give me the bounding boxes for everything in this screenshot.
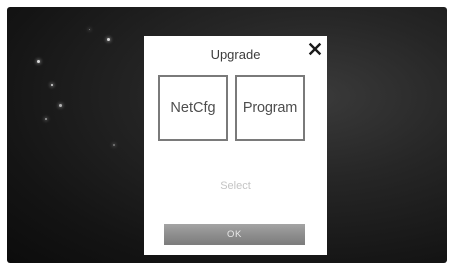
device-screen: Upgrade NetCfg Program Select OK [7,7,447,263]
status-text: Select [220,180,251,192]
ok-button-label: OK [227,229,242,240]
star-decoration [37,60,40,63]
upgrade-dialog: Upgrade NetCfg Program Select OK [144,36,327,255]
star-decoration [107,38,110,41]
star-decoration [113,144,115,146]
option-netcfg[interactable]: NetCfg [158,75,228,141]
close-icon[interactable] [306,40,324,58]
option-netcfg-label: NetCfg [170,100,216,116]
star-decoration [45,118,47,120]
star-decoration [59,104,62,107]
dialog-title: Upgrade [210,47,261,62]
star-decoration [51,84,53,86]
option-program[interactable]: Program [235,75,305,141]
option-program-label: Program [242,100,298,116]
ok-button[interactable]: OK [164,224,305,245]
star-decoration [89,29,90,30]
